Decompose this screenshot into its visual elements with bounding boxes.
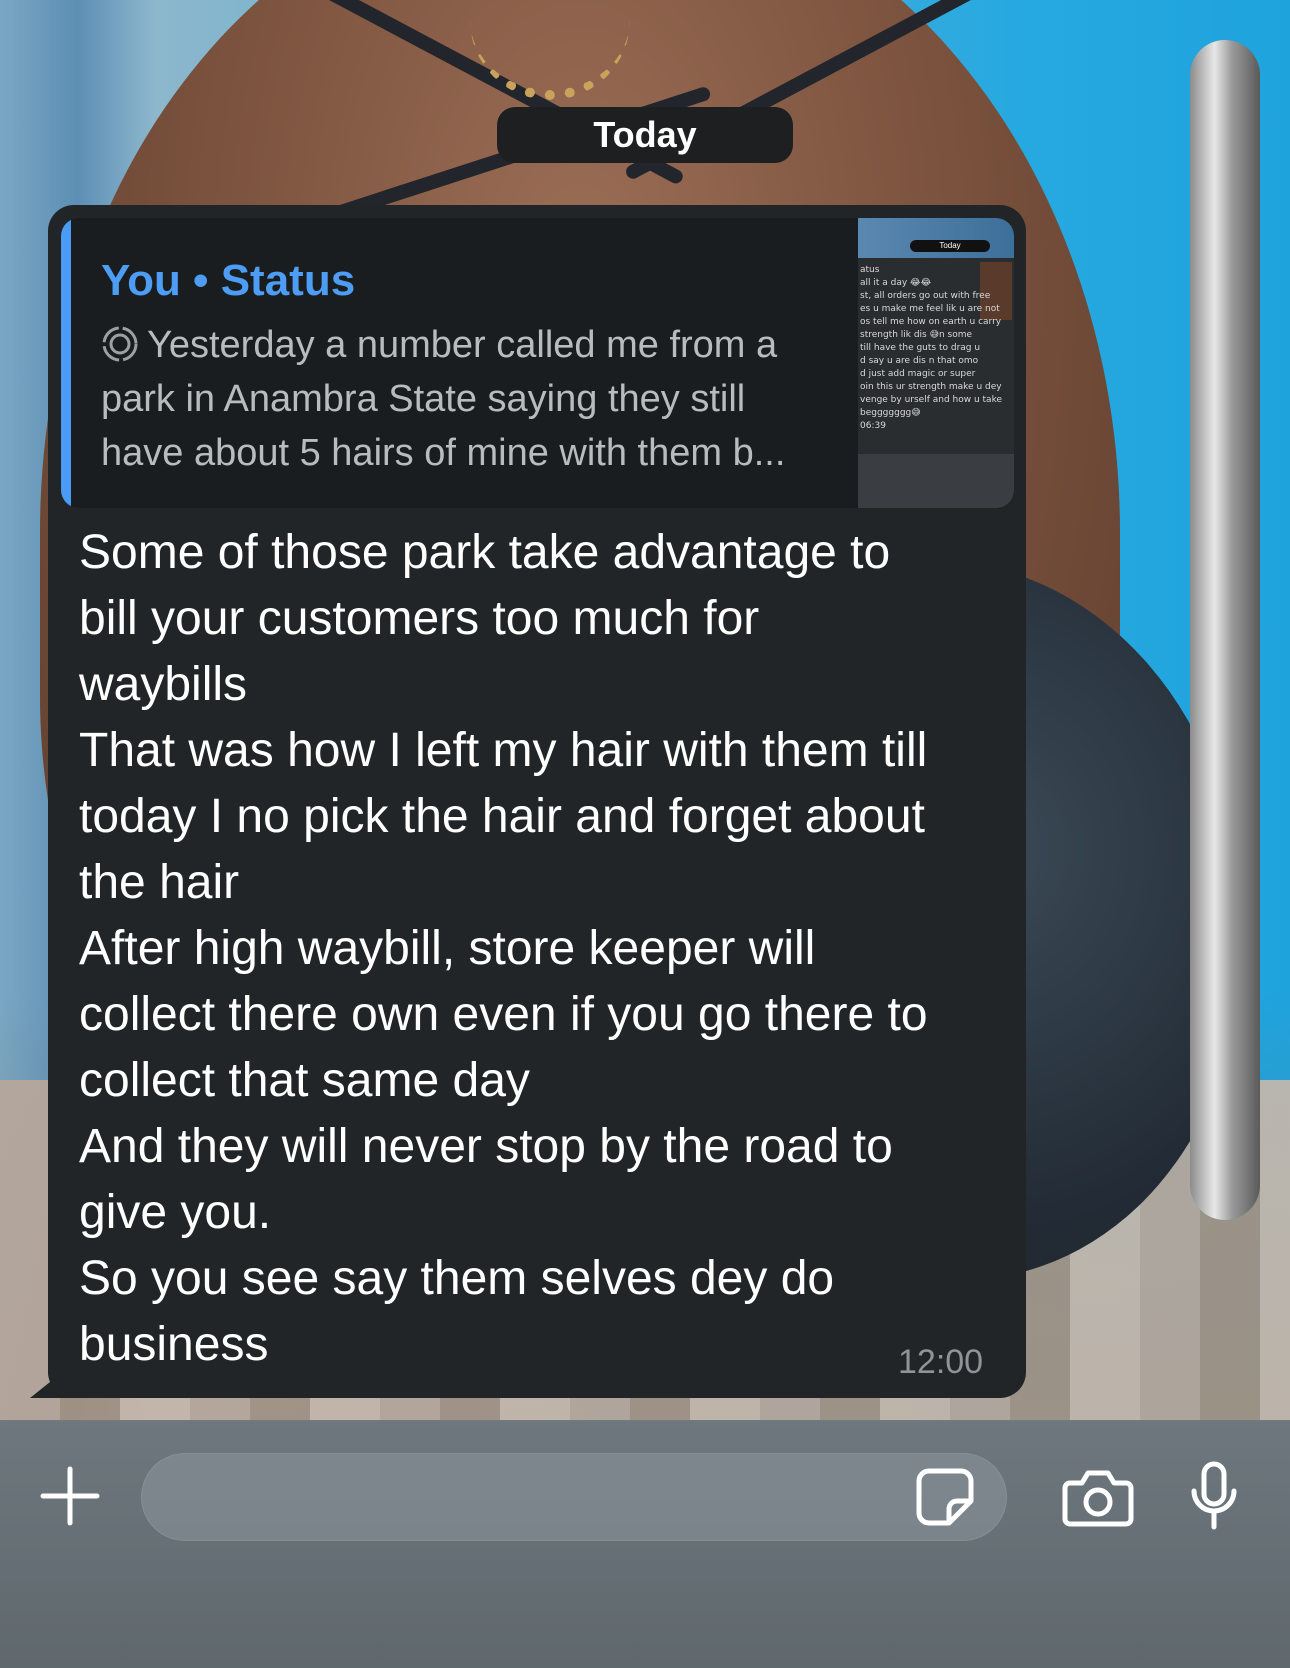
thumbnail-line: all it a day 😂😂 bbox=[860, 278, 932, 288]
thumbnail-line: d say u are dis n that omo bbox=[860, 356, 979, 366]
thumbnail-line: oin this ur strength make u dey bbox=[860, 382, 1002, 392]
thumbnail-date: Today bbox=[910, 240, 990, 252]
message-body: Some of those park take advantage to bil… bbox=[79, 526, 928, 1371]
thumbnail-line: st, all orders go out with free bbox=[860, 291, 991, 301]
thumbnail-line: venge by urself and how u take bbox=[860, 395, 1003, 405]
quote-author: You • Status bbox=[101, 256, 356, 305]
thumbnail-header bbox=[858, 218, 1014, 258]
date-separator: Today bbox=[497, 107, 793, 163]
plus-icon[interactable] bbox=[36, 1462, 104, 1530]
thumbnail-footer bbox=[858, 454, 1014, 508]
message-input[interactable] bbox=[141, 1453, 1007, 1541]
camera-icon[interactable] bbox=[1060, 1466, 1136, 1530]
quote-text: Yesterday a number called me from a park… bbox=[101, 324, 786, 474]
message-bubble[interactable]: You • Status Yesterday a number called m… bbox=[48, 205, 1026, 1398]
thumbnail-line: 06:39 bbox=[860, 421, 886, 431]
quote-text-wrap: Yesterday a number called me from a park… bbox=[101, 318, 821, 480]
quoted-status[interactable]: You • Status Yesterday a number called m… bbox=[61, 218, 1014, 508]
thumbnail-line: os tell me how on earth u carry bbox=[860, 317, 1002, 327]
thumbnail-line: d just add magic or super bbox=[860, 369, 976, 379]
thumbnail-line: es u make me feel lik u are not bbox=[860, 304, 1000, 314]
wallpaper-rail bbox=[1190, 40, 1260, 1220]
thumbnail-line: beggggggg😅 bbox=[860, 408, 921, 418]
message-time: 12:00 bbox=[898, 1343, 984, 1381]
microphone-icon[interactable] bbox=[1188, 1460, 1240, 1532]
sticker-icon[interactable] bbox=[912, 1464, 978, 1530]
quote-accent-bar bbox=[61, 218, 71, 508]
thumbnail-line: atus bbox=[860, 265, 880, 275]
status-thumbnail: Today atus all it a day 😂😂 st, all orders … bbox=[858, 218, 1014, 508]
status-ring-icon bbox=[102, 326, 138, 362]
thumbnail-line: till have the guts to drag u bbox=[860, 343, 981, 353]
thumbnail-line: strength lik dis 😅n some bbox=[860, 330, 973, 340]
